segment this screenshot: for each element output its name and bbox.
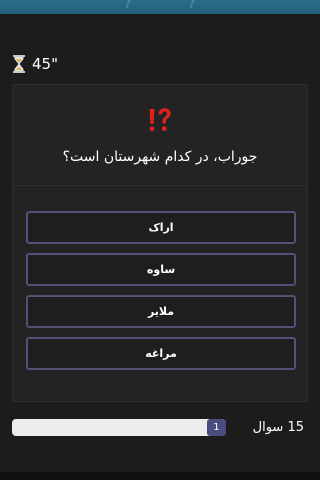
progress-bar: 1 [12, 419, 226, 436]
question-text: جوراب، در کدام شهرستان است؟ [62, 149, 258, 165]
divider [13, 185, 307, 186]
question-count: 15 سوال [252, 420, 304, 435]
answer-option[interactable]: ملایر [26, 295, 296, 328]
timer: 45" [12, 54, 58, 74]
bottom-bar [0, 472, 320, 480]
top-banner: ? ? [0, 0, 320, 14]
hourglass-icon [13, 55, 25, 73]
answer-option[interactable]: مراغه [26, 337, 296, 370]
progress-fill: 1 [206, 419, 226, 436]
answer-option[interactable]: اراک [26, 211, 296, 244]
answer-option[interactable]: ساوه [26, 253, 296, 286]
timer-value: 45" [32, 55, 58, 73]
progress-current: 1 [213, 422, 220, 433]
question-card: جوراب، در کدام شهرستان است؟ اراک ساوه مل… [12, 84, 308, 402]
exclamation-question-icon [13, 107, 307, 133]
question-mark-decoration: ? [188, 0, 196, 12]
question-mark-decoration: ? [124, 0, 132, 12]
